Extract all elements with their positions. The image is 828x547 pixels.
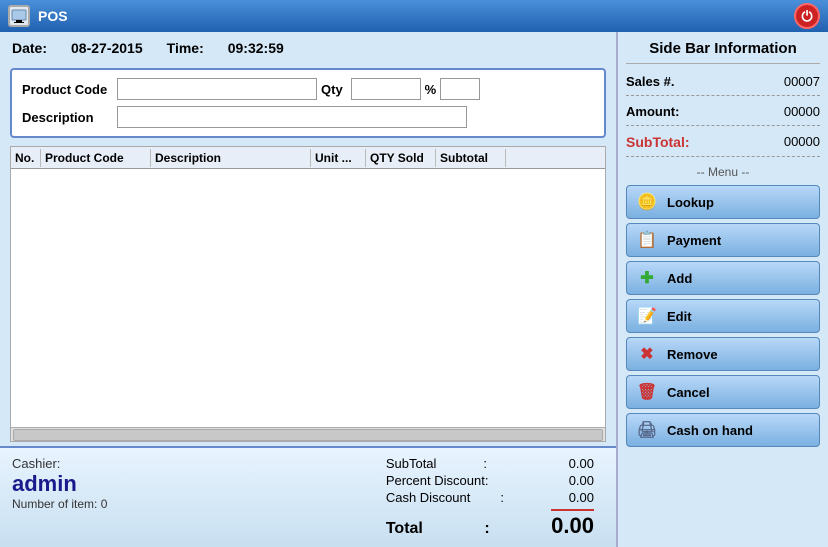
percent-input[interactable] xyxy=(440,78,480,100)
cashier-name: admin xyxy=(12,471,192,497)
time-value: 09:32:59 xyxy=(228,40,284,56)
power-icon: ⏻ xyxy=(801,8,812,25)
edit-icon: 📝 xyxy=(635,304,659,328)
discount-row: Percent Discount: 0.00 xyxy=(386,473,594,488)
col-qty-sold: QTY Sold xyxy=(366,149,436,167)
qty-label: Qty xyxy=(321,82,343,97)
qty-input[interactable] xyxy=(351,78,421,100)
cashier-info: Cashier: admin Number of item: 0 xyxy=(12,456,192,511)
col-subtotal: Subtotal xyxy=(436,149,506,167)
totals-area: SubTotal : 0.00 Percent Discount: 0.00 C… xyxy=(386,456,594,539)
description-label: Description xyxy=(22,110,117,125)
time-label: Time: xyxy=(167,40,204,56)
subtotal-label: SubTotal xyxy=(386,456,437,471)
sidebar-subtotal-value: 00000 xyxy=(784,134,820,150)
remove-label: Remove xyxy=(667,347,718,362)
cash-discount-label: Cash Discount xyxy=(386,490,471,505)
subtotal-value: 0.00 xyxy=(534,456,594,471)
sidebar-subtotal-label: SubTotal: xyxy=(626,134,690,150)
edit-label: Edit xyxy=(667,309,692,324)
lookup-label: Lookup xyxy=(667,195,714,210)
power-button[interactable]: ⏻ xyxy=(794,3,820,29)
cashier-label: Cashier: xyxy=(12,456,192,471)
payment-icon: 📋 xyxy=(635,228,659,252)
cancel-label: Cancel xyxy=(667,385,710,400)
payment-label: Payment xyxy=(667,233,721,248)
product-code-input[interactable] xyxy=(117,78,317,100)
add-label: Add xyxy=(667,271,692,286)
table-header: No. Product Code Description Unit ... QT… xyxy=(11,147,605,169)
percent-label: % xyxy=(425,82,437,97)
add-icon: ✚ xyxy=(635,266,659,290)
table-body xyxy=(11,169,605,427)
lookup-button[interactable]: 🪙 Lookup xyxy=(626,185,820,219)
product-code-label: Product Code xyxy=(22,82,117,97)
col-no: No. xyxy=(11,149,41,167)
sales-value: 00007 xyxy=(784,74,820,89)
description-input[interactable] xyxy=(117,106,467,128)
product-entry-area: Product Code Qty % Description xyxy=(10,68,606,138)
discount-value: 0.00 xyxy=(534,473,594,488)
col-product-code: Product Code xyxy=(41,149,151,167)
sales-row: Sales #. 00007 xyxy=(626,74,820,96)
app-title: POS xyxy=(38,8,68,24)
cash-on-hand-label: Cash on hand xyxy=(667,423,753,438)
edit-button[interactable]: 📝 Edit xyxy=(626,299,820,333)
amount-value: 00000 xyxy=(784,104,820,119)
sidebar-buttons: 🪙 Lookup 📋 Payment ✚ Add 📝 Edit ✖ Remove 🗑 Cancel 🖨 C… xyxy=(626,185,820,451)
subtotal-colon: : xyxy=(483,456,487,471)
app-icon xyxy=(8,5,30,27)
total-label: Total xyxy=(386,520,423,538)
product-table: No. Product Code Description Unit ... QT… xyxy=(10,146,606,442)
left-panel: Date: 08-27-2015 Time: 09:32:59 Product … xyxy=(0,32,618,547)
menu-label: -- Menu -- xyxy=(626,165,820,179)
remove-button[interactable]: ✖ Remove xyxy=(626,337,820,371)
date-value: 08-27-2015 xyxy=(71,40,143,56)
product-code-row: Product Code Qty % xyxy=(22,78,594,100)
cancel-button[interactable]: 🗑 Cancel xyxy=(626,375,820,409)
subtotal-row: SubTotal : 0.00 xyxy=(386,456,594,471)
scroll-track[interactable] xyxy=(13,429,603,441)
total-colon: : xyxy=(484,520,489,538)
discount-label: Percent Discount: xyxy=(386,473,489,488)
cash-discount-value: 0.00 xyxy=(534,490,594,505)
titlebar: POS ⏻ xyxy=(0,0,828,32)
bottom-bar: Cashier: admin Number of item: 0 SubTota… xyxy=(0,446,616,547)
items-count: Number of item: 0 xyxy=(12,497,192,511)
remove-icon: ✖ xyxy=(635,342,659,366)
main-layout: Date: 08-27-2015 Time: 09:32:59 Product … xyxy=(0,32,828,547)
sidebar-title: Side Bar Information xyxy=(626,40,820,64)
col-description: Description xyxy=(151,149,311,167)
description-row: Description xyxy=(22,106,594,128)
lookup-icon: 🪙 xyxy=(635,190,659,214)
cash-on-hand-icon: 🖨 xyxy=(635,418,659,442)
date-label: Date: xyxy=(12,40,47,56)
sidebar: Side Bar Information Sales #. 00007 Amou… xyxy=(618,32,828,547)
cash-discount-row: Cash Discount : 0.00 xyxy=(386,490,594,505)
cash-on-hand-button[interactable]: 🖨 Cash on hand xyxy=(626,413,820,447)
amount-label: Amount: xyxy=(626,104,679,119)
sales-label: Sales #. xyxy=(626,74,674,89)
horizontal-scrollbar[interactable] xyxy=(11,427,605,441)
total-value: 0.00 xyxy=(551,509,594,539)
cancel-icon: 🗑 xyxy=(635,380,659,404)
total-row: Total : 0.00 xyxy=(386,509,594,539)
add-button[interactable]: ✚ Add xyxy=(626,261,820,295)
cash-discount-colon: : xyxy=(500,490,504,505)
amount-row: Amount: 00000 xyxy=(626,104,820,126)
payment-button[interactable]: 📋 Payment xyxy=(626,223,820,257)
col-unit: Unit ... xyxy=(311,149,366,167)
sidebar-subtotal-row: SubTotal: 00000 xyxy=(626,134,820,157)
datetime-bar: Date: 08-27-2015 Time: 09:32:59 xyxy=(0,32,616,64)
